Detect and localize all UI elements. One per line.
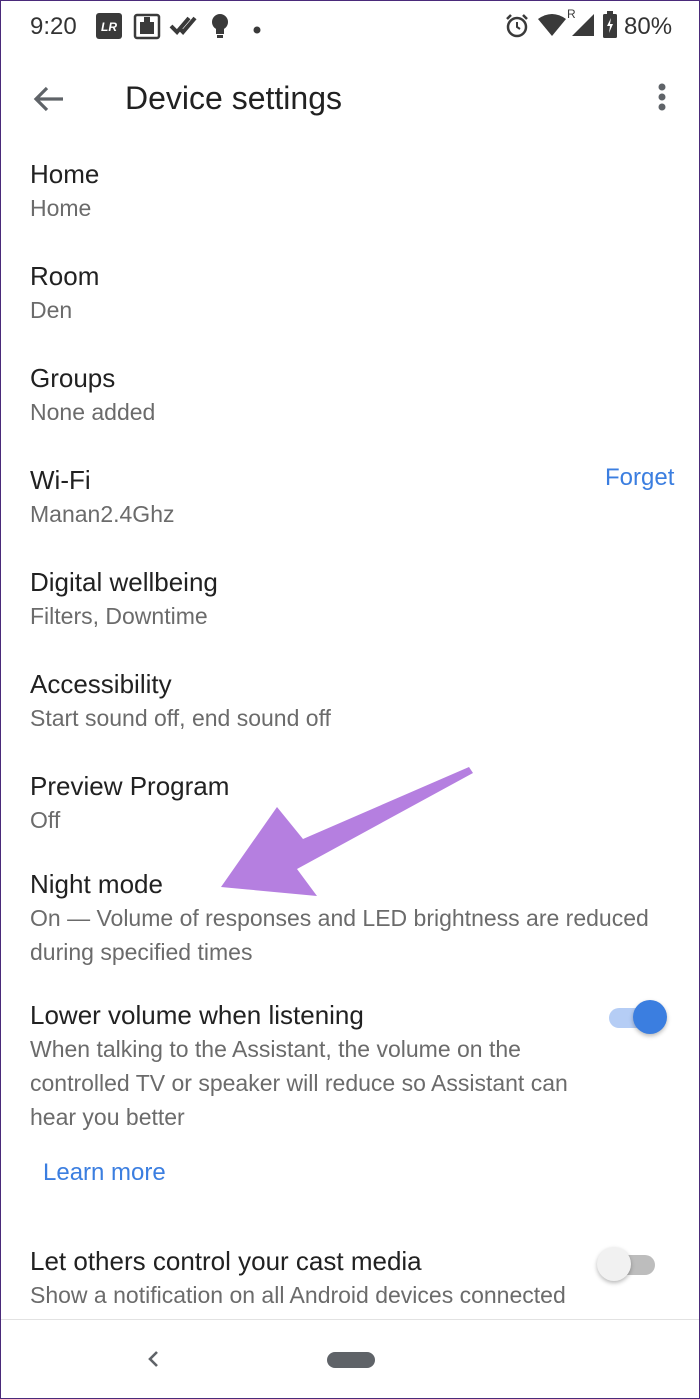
battery-percentage: 80% xyxy=(624,13,673,40)
bulb-icon xyxy=(210,12,230,45)
setting-title: Digital wellbeing xyxy=(30,567,218,597)
pointer-arrow-icon xyxy=(221,767,473,896)
nav-home-pill-icon[interactable] xyxy=(327,1352,375,1368)
app-icon xyxy=(133,12,161,45)
setting-cast-control[interactable]: Let others control your cast media Show … xyxy=(30,1244,566,1312)
setting-subtitle: None added xyxy=(30,399,156,425)
cast-control-toggle[interactable] xyxy=(597,1245,655,1285)
setting-subtitle: Off xyxy=(30,807,61,833)
setting-subtitle: during specified times xyxy=(30,939,253,965)
alarm-icon xyxy=(504,13,530,44)
dot-icon xyxy=(253,21,261,39)
setting-subtitle: Home xyxy=(30,195,92,221)
svg-text:LR: LR xyxy=(101,20,117,34)
setting-subtitle: Show a notification on all Android devic… xyxy=(30,1282,566,1308)
battery-icon xyxy=(602,11,618,44)
setting-title: Room xyxy=(30,261,100,291)
setting-wifi[interactable]: Wi-Fi Manan2.4Ghz xyxy=(30,463,174,531)
app-bar: Device settings xyxy=(1,53,699,143)
setting-title: Let others control your cast media xyxy=(30,1246,422,1276)
learn-more-link[interactable]: Learn more xyxy=(43,1159,166,1187)
arrow-left-icon xyxy=(33,86,63,112)
annotation-arrow xyxy=(211,761,491,911)
setting-subtitle: controlled TV or speaker will reduce so … xyxy=(30,1070,568,1096)
setting-title: Lower volume when listening xyxy=(30,1000,364,1030)
lower-volume-toggle[interactable] xyxy=(609,998,667,1038)
forget-wifi-button[interactable]: Forget xyxy=(605,464,674,492)
setting-preview-program[interactable]: Preview Program Off xyxy=(30,769,229,837)
setting-subtitle: When talking to the Assistant, the volum… xyxy=(30,1036,521,1062)
navigation-bar xyxy=(1,1319,699,1398)
setting-subtitle: Start sound off, end sound off xyxy=(30,705,331,731)
status-time: 9:20 xyxy=(30,13,77,40)
toggle-thumb xyxy=(597,1247,631,1281)
setting-lower-volume[interactable]: Lower volume when listening When talking… xyxy=(30,998,568,1134)
double-check-icon xyxy=(169,14,197,43)
nav-back-icon xyxy=(148,1351,158,1367)
more-options-button[interactable] xyxy=(647,79,677,119)
setting-home[interactable]: Home Home xyxy=(30,157,99,225)
setting-digital-wellbeing[interactable]: Digital wellbeing Filters, Downtime xyxy=(30,565,218,633)
page-title: Device settings xyxy=(125,80,342,116)
setting-title: Wi-Fi xyxy=(30,465,91,495)
setting-accessibility[interactable]: Accessibility Start sound off, end sound… xyxy=(30,667,331,735)
nav-back-button[interactable] xyxy=(141,1344,165,1374)
setting-subtitle: Filters, Downtime xyxy=(30,603,208,629)
signal-icon xyxy=(571,13,595,42)
back-button[interactable] xyxy=(29,79,69,119)
setting-title: Preview Program xyxy=(30,771,230,801)
more-vertical-icon xyxy=(658,83,666,111)
setting-groups[interactable]: Groups None added xyxy=(30,361,155,429)
toggle-thumb xyxy=(633,1000,667,1034)
setting-title: Groups xyxy=(30,363,116,393)
setting-subtitle: Manan2.4Ghz xyxy=(30,501,175,527)
setting-room[interactable]: Room Den xyxy=(30,259,99,327)
setting-title: Home xyxy=(30,159,100,189)
wifi-icon xyxy=(537,13,567,42)
phone-screen: 9:20 LR R 80% Device settings Home Home … xyxy=(0,0,700,1399)
setting-subtitle: hear you better xyxy=(30,1104,185,1130)
status-bar: 9:20 LR R 80% xyxy=(1,1,699,53)
setting-title: Accessibility xyxy=(30,669,172,699)
lr-icon: LR xyxy=(95,12,123,45)
setting-subtitle: Den xyxy=(30,297,73,323)
